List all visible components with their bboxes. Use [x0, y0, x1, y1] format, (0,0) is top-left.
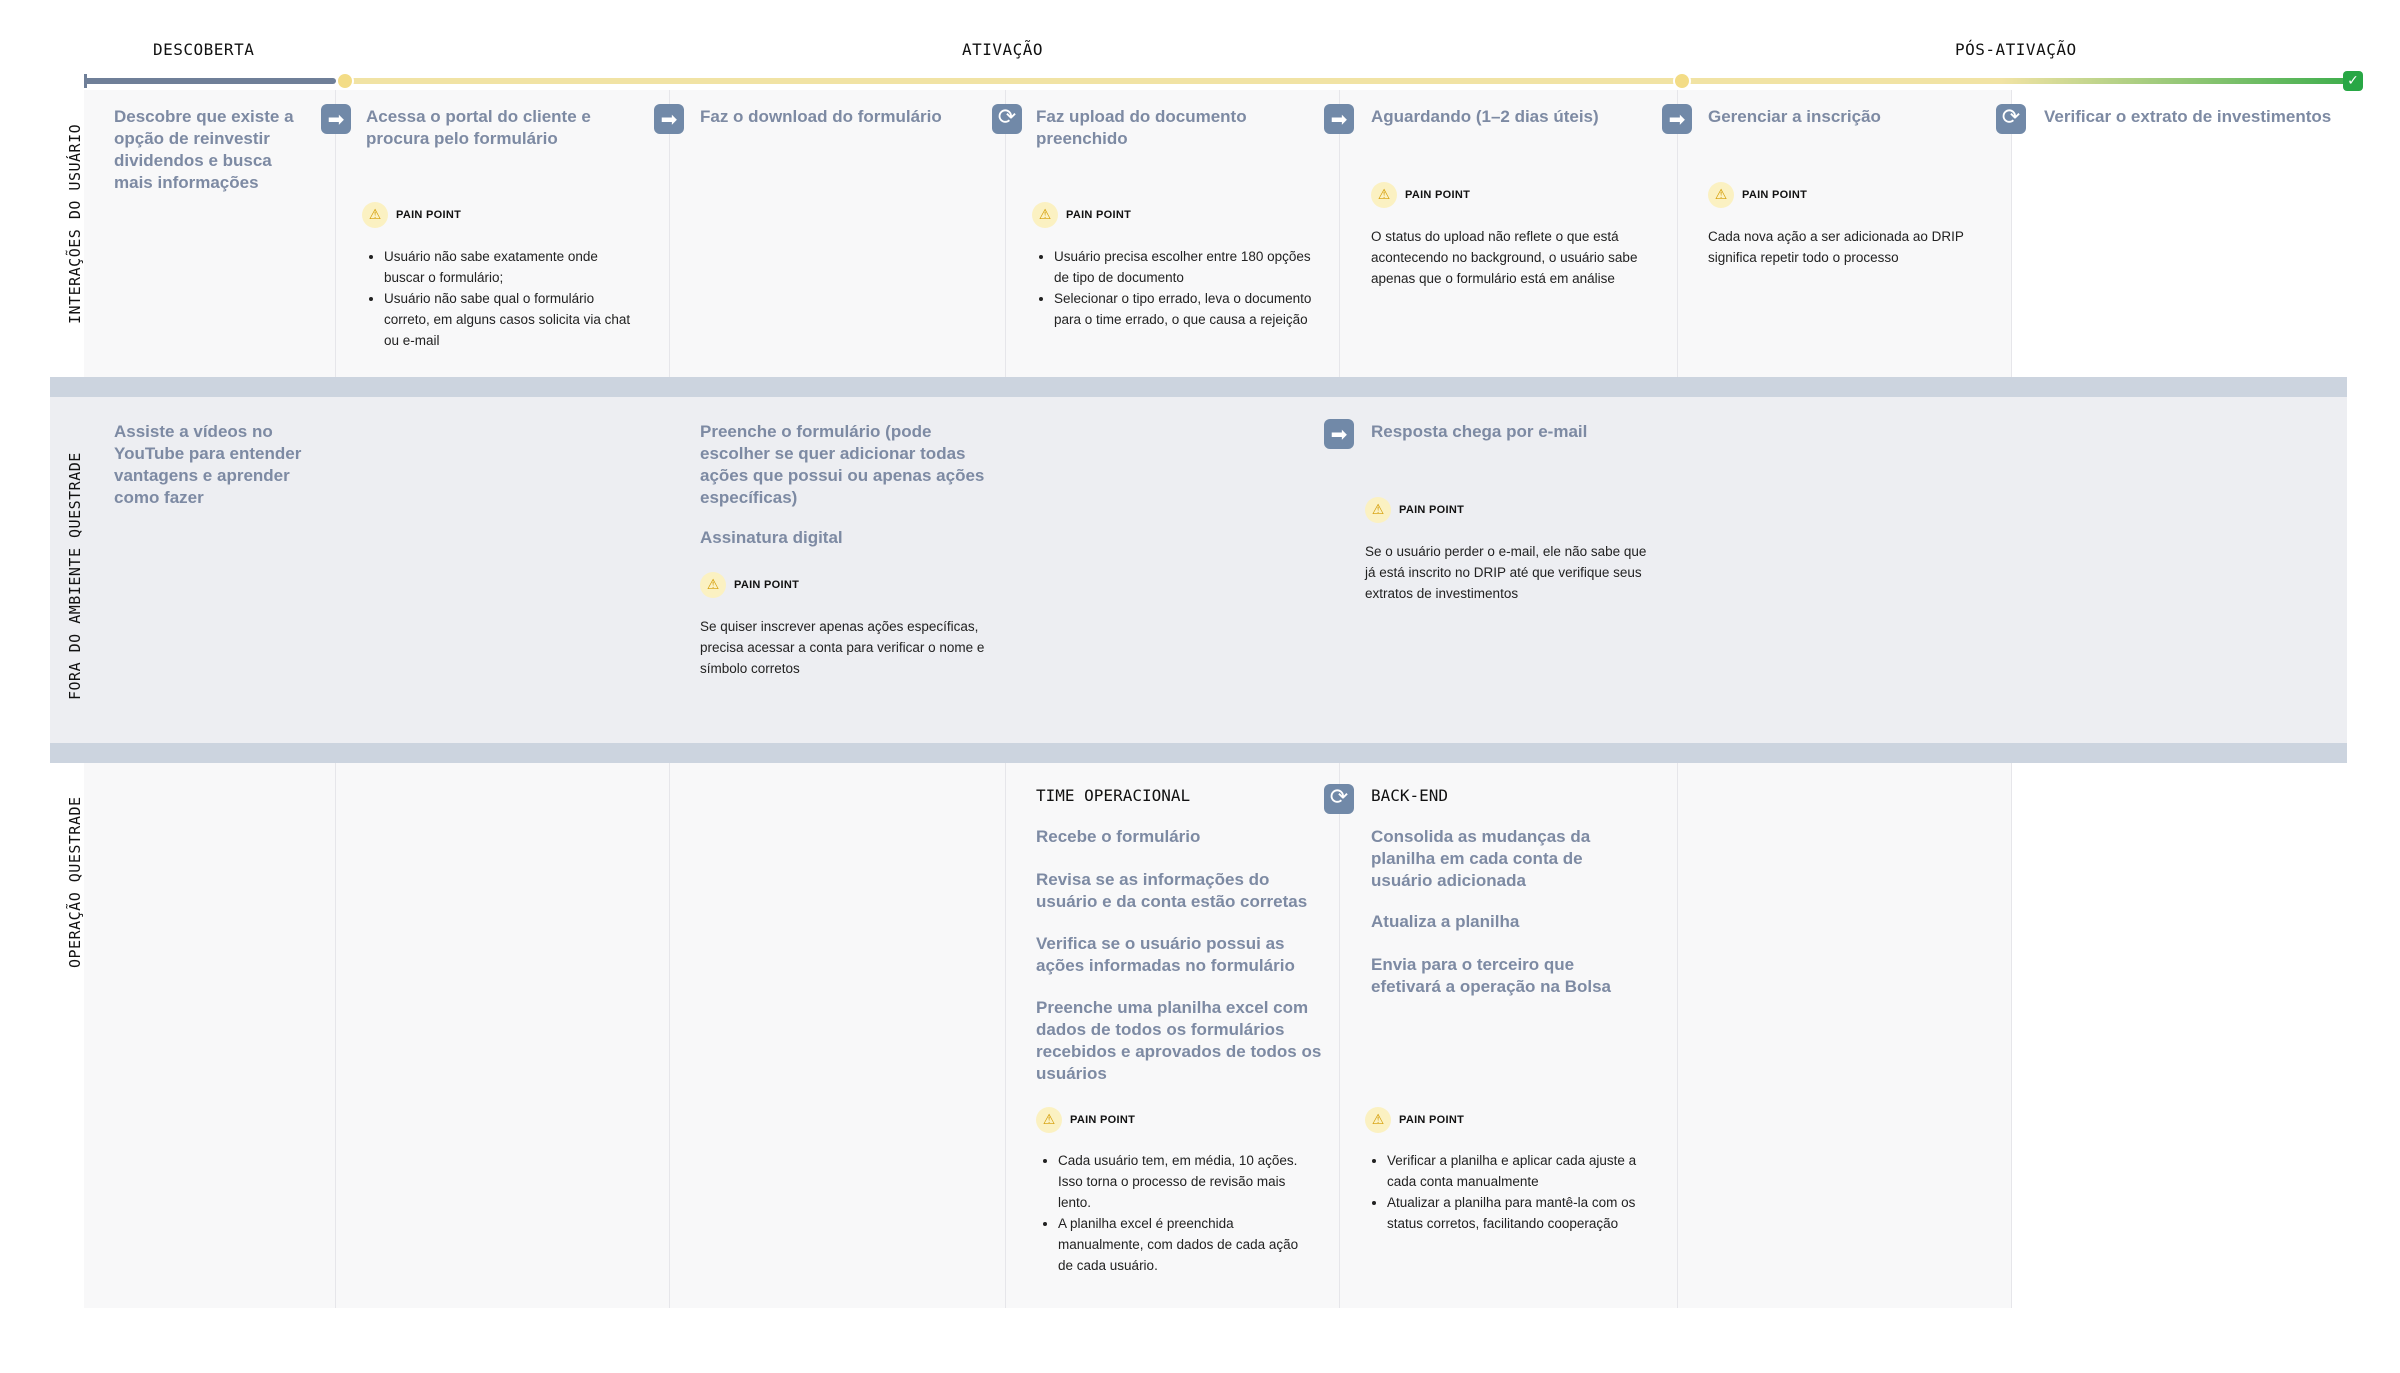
sync-icon: ⟳ — [1996, 104, 2026, 134]
pain-point-badge: ⚠ PAIN POINT — [1036, 1107, 1135, 1133]
warning-icon: ⚠ — [1708, 182, 1734, 208]
ops-step: Preenche uma planilha excel com dados de… — [1036, 998, 1322, 1083]
pain-point-label: PAIN POINT — [396, 209, 462, 221]
arrow-right-icon: ➡ — [321, 104, 351, 134]
pain-point-text-status: O status do upload não reflete o que est… — [1371, 229, 1638, 286]
backend-step: Atualiza a planilha — [1371, 912, 1520, 931]
lane-label-usuario: INTERAÇÕES DO USUÁRIO — [66, 123, 84, 324]
team-title-operacional: TIME OPERACIONAL — [1036, 786, 1191, 805]
pain-point-item: Atualizar a planilha para mantê-la com o… — [1387, 1192, 1639, 1234]
backend-step: Consolida as mudanças da planilha em cad… — [1371, 827, 1591, 890]
pain-point-badge: ⚠ PAIN POINT — [1032, 202, 1131, 228]
pain-point-text-acoes: Se quiser inscrever apenas ações específ… — [700, 619, 985, 676]
lane-band-fora — [50, 397, 2347, 743]
pain-point-item: Usuário precisa escolher entre 180 opçõe… — [1054, 246, 1322, 288]
pain-point-list-portal: Usuário não sabe exatamente onde buscar … — [366, 246, 634, 351]
pain-point-badge: ⚠ PAIN POINT — [362, 202, 461, 228]
user-step-4: Faz upload do documento preenchido — [1036, 107, 1247, 148]
sync-icon: ⟳ — [992, 104, 1022, 134]
pain-point-list-operacional: Cada usuário tem, em média, 10 ações. Is… — [1040, 1150, 1300, 1276]
arrow-right-icon: ➡ — [1324, 419, 1354, 449]
pain-point-label: PAIN POINT — [1742, 189, 1808, 201]
sync-icon: ⟳ — [1324, 784, 1354, 814]
pain-point-list-backend: Verificar a planilha e aplicar cada ajus… — [1369, 1150, 1639, 1234]
pain-point-label: PAIN POINT — [1070, 1114, 1136, 1126]
warning-icon: ⚠ — [1032, 202, 1058, 228]
arrow-right-icon: ➡ — [654, 104, 684, 134]
pain-point-badge: ⚠ PAIN POINT — [700, 572, 799, 598]
pain-point-item: Usuário não sabe qual o formulário corre… — [384, 288, 634, 351]
warning-icon: ⚠ — [1365, 1107, 1391, 1133]
user-step-2: Acessa o portal do cliente e procura pel… — [366, 107, 591, 148]
progress-node-2 — [1673, 72, 1691, 90]
lane-separator-1 — [50, 377, 2347, 397]
progress-node-1 — [336, 72, 354, 90]
user-step-7: Verificar o extrato de investimentos — [2044, 107, 2332, 126]
pain-point-label: PAIN POINT — [1066, 209, 1132, 221]
lane-label-operacao: OPERAÇÃO QUESTRADE — [66, 796, 84, 968]
pain-point-label: PAIN POINT — [1399, 504, 1465, 516]
arrow-right-icon: ➡ — [1662, 104, 1692, 134]
pain-point-item: A planilha excel é preenchida manualment… — [1058, 1213, 1300, 1276]
phase-ativacao: ATIVAÇÃO — [962, 40, 1044, 59]
ops-step: Recebe o formulário — [1036, 827, 1201, 846]
pain-point-text-email: Se o usuário perder o e-mail, ele não sa… — [1365, 544, 1647, 601]
user-step-6: Gerenciar a inscrição — [1708, 107, 1881, 126]
lane-separator-2 — [50, 743, 2347, 763]
lane-label-fora: FORA DO AMBIENTE QUESTRADE — [66, 452, 84, 700]
pain-point-item: Selecionar o tipo errado, leva o documen… — [1054, 288, 1322, 330]
user-step-5: Aguardando (1–2 dias úteis) — [1371, 107, 1599, 126]
check-icon: ✓ — [2343, 71, 2363, 91]
user-step-3: Faz o download do formulário — [700, 107, 942, 126]
pain-point-label: PAIN POINT — [1405, 189, 1471, 201]
outside-step-email: Resposta chega por e-mail — [1371, 422, 1588, 441]
phase-descoberta: DESCOBERTA — [153, 40, 255, 59]
pain-point-list-upload: Usuário precisa escolher entre 180 opçõe… — [1036, 246, 1322, 330]
pain-point-badge: ⚠ PAIN POINT — [1365, 1107, 1464, 1133]
pain-point-item: Cada usuário tem, em média, 10 ações. Is… — [1058, 1150, 1300, 1213]
outside-step-1: Assiste a vídeos no YouTube para entende… — [114, 422, 302, 507]
backend-step: Envia para o terceiro que efetivará a op… — [1371, 955, 1612, 996]
pain-point-badge: ⚠ PAIN POINT — [1371, 182, 1470, 208]
warning-icon: ⚠ — [362, 202, 388, 228]
pain-point-item: Usuário não sabe exatamente onde buscar … — [384, 246, 634, 288]
pain-point-label: PAIN POINT — [734, 579, 800, 591]
progress-segment-descoberta — [84, 78, 336, 84]
arrow-right-icon: ➡ — [1324, 104, 1354, 134]
pain-point-label: PAIN POINT — [1399, 1114, 1465, 1126]
user-step-1: Descobre que existe a opção de reinvesti… — [114, 107, 294, 192]
warning-icon: ⚠ — [1371, 182, 1397, 208]
pain-point-badge: ⚠ PAIN POINT — [1708, 182, 1807, 208]
outside-step-form: Preenche o formulário (pode escolher se … — [700, 422, 985, 507]
pain-point-badge: ⚠ PAIN POINT — [1365, 497, 1464, 523]
pain-point-item: Verificar a planilha e aplicar cada ajus… — [1387, 1150, 1639, 1192]
outside-step-signature: Assinatura digital — [700, 528, 843, 547]
pain-point-text-inscricao: Cada nova ação a ser adicionada ao DRIP … — [1708, 229, 1964, 265]
team-title-backend: BACK-END — [1371, 786, 1449, 805]
ops-step: Revisa se as informações do usuário e da… — [1036, 870, 1308, 911]
progress-segment-ativacao — [336, 78, 1682, 84]
phase-pos-ativacao: PÓS-ATIVAÇÃO — [1955, 40, 2077, 59]
ops-step: Verifica se o usuário possui as ações in… — [1036, 934, 1295, 975]
warning-icon: ⚠ — [700, 572, 726, 598]
warning-icon: ⚠ — [1036, 1107, 1062, 1133]
warning-icon: ⚠ — [1365, 497, 1391, 523]
progress-segment-pos-ativacao — [1682, 78, 2348, 84]
